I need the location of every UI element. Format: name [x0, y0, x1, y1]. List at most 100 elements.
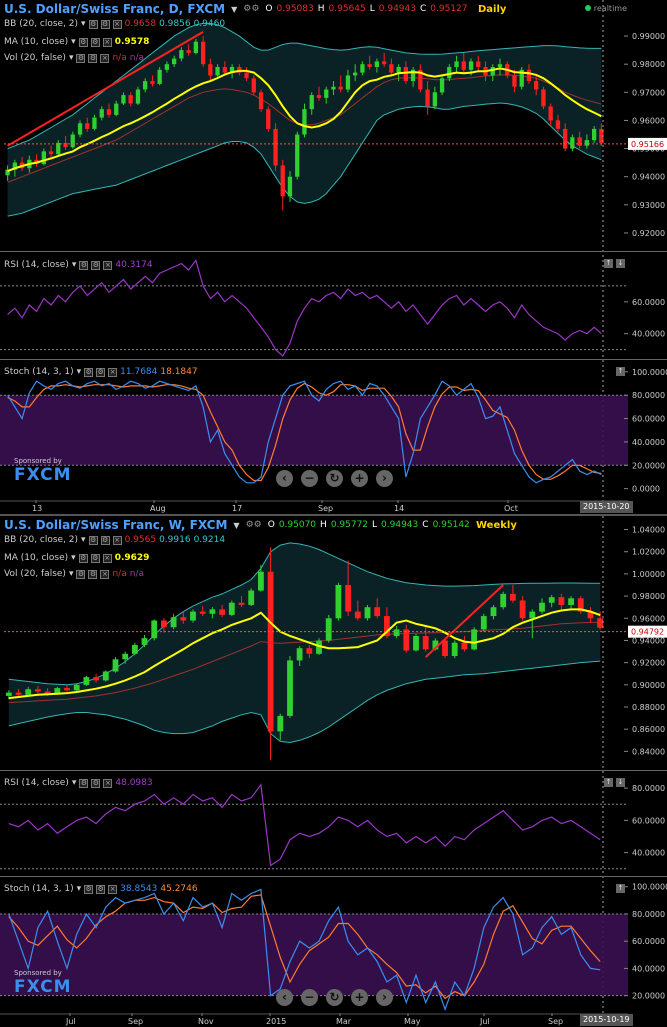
rsi-label[interactable]: RSI (14, close)	[4, 260, 69, 270]
close-icon[interactable]: ×	[112, 19, 122, 29]
scroll-right-button[interactable]: ›	[376, 470, 393, 487]
sponsor-logo[interactable]: Sponsored by FXCM	[14, 969, 72, 997]
ma-indicator-header[interactable]: MA (10, close) ▾ ⚙ ⚙ × 0.9629	[4, 553, 149, 563]
stoch-label[interactable]: Stoch (14, 3, 1)	[4, 367, 74, 377]
chevron-down-icon[interactable]: ▾	[69, 569, 74, 579]
stoch-indicator-header[interactable]: Stoch (14, 3, 1) ▾ ⚙ ⚙ × 38.8543 45.2746	[4, 884, 198, 894]
candle-body	[568, 598, 574, 605]
ma-indicator-header[interactable]: MA (10, close) ▾ ⚙ ⚙ × 0.9578	[4, 37, 149, 47]
gear-icon[interactable]: ⚙	[90, 37, 100, 47]
chart-title[interactable]: U.S. Dollar/Swiss Franc, D, FXCM ▼ ⚙⚙ O0…	[4, 2, 467, 16]
zoom-in-button[interactable]: +	[351, 470, 368, 487]
candle-body	[519, 600, 526, 619]
gear-icon[interactable]: ⚙	[100, 535, 110, 545]
gear-icon[interactable]: ⚙	[100, 19, 110, 29]
bb-indicator-header[interactable]: BB (20, close, 2) ▾ ⚙ ⚙ × 0.9658 0.9856 0.9…	[4, 19, 225, 29]
panel-divider[interactable]	[0, 359, 667, 360]
pane-maximize-icon[interactable]: ↑	[604, 778, 613, 787]
zoom-out-button[interactable]: −	[301, 989, 318, 1006]
panel-divider[interactable]	[0, 876, 667, 877]
close-icon[interactable]: ×	[108, 367, 118, 377]
chevron-down-icon[interactable]: ▾	[81, 19, 86, 29]
candle-body	[5, 692, 12, 696]
stoch-label[interactable]: Stoch (14, 3, 1)	[4, 884, 74, 894]
fxcm-logo[interactable]: FXCM	[14, 465, 72, 485]
fxcm-logo[interactable]: FXCM	[14, 977, 72, 997]
settings-icon[interactable]: ⚙⚙	[243, 4, 259, 14]
symbol-title[interactable]: U.S. Dollar/Swiss Franc, W, FXCM	[4, 518, 227, 532]
settings-icon[interactable]: ⚙⚙	[246, 520, 262, 530]
candle-body	[490, 67, 495, 76]
candle-body	[215, 67, 220, 76]
settings-icon[interactable]: ⚙	[76, 53, 86, 63]
stoch-indicator-header[interactable]: Stoch (14, 3, 1) ▾ ⚙ ⚙ × 11.7684 18.1847	[4, 367, 198, 377]
chevron-down-icon[interactable]: ▾	[72, 260, 77, 270]
settings-icon[interactable]: ⚙	[78, 37, 88, 47]
vol-indicator-header[interactable]: Vol (20, false) ▾ ⚙ ⚙ × n/a n/a	[4, 569, 144, 579]
rsi-indicator-header[interactable]: RSI (14, close) ▾ ⚙ ⚙ × 48.0983	[4, 778, 153, 788]
gear-icon[interactable]: ⚙	[88, 53, 98, 63]
pane-maximize-icon[interactable]: ↑	[616, 367, 625, 376]
vol-label[interactable]: Vol (20, false)	[4, 569, 66, 579]
chevron-down-icon[interactable]: ▾	[72, 778, 77, 788]
pane-maximize-icon[interactable]: ↑	[616, 884, 625, 893]
chevron-down-icon[interactable]: ▼	[231, 5, 237, 14]
chevron-down-icon[interactable]: ▾	[69, 53, 74, 63]
bb-indicator-header[interactable]: BB (20, close, 2) ▾ ⚙ ⚙ × 0.9565 0.9916 0.9…	[4, 535, 225, 545]
gear-icon[interactable]: ⚙	[90, 553, 100, 563]
gear-icon[interactable]: ⚙	[96, 367, 106, 377]
scroll-left-button[interactable]: ‹	[276, 470, 293, 487]
settings-icon[interactable]: ⚙	[78, 553, 88, 563]
settings-icon[interactable]: ⚙	[84, 884, 94, 894]
rsi-indicator-header[interactable]: RSI (14, close) ▾ ⚙ ⚙ × 40.3174	[4, 260, 153, 270]
close-icon[interactable]: ×	[103, 260, 113, 270]
bb-label[interactable]: BB (20, close, 2)	[4, 535, 78, 545]
scroll-right-button[interactable]: ›	[376, 989, 393, 1006]
ma-label[interactable]: MA (10, close)	[4, 553, 68, 563]
close-icon[interactable]: ×	[100, 53, 110, 63]
settings-icon[interactable]: ⚙	[88, 19, 98, 29]
chevron-down-icon[interactable]: ▾	[77, 367, 82, 377]
vol-indicator-header[interactable]: Vol (20, false) ▾ ⚙ ⚙ × n/a n/a	[4, 53, 144, 63]
panel-divider[interactable]	[0, 770, 667, 771]
chevron-down-icon[interactable]: ▾	[77, 884, 82, 894]
ma-label[interactable]: MA (10, close)	[4, 37, 68, 47]
chevron-down-icon[interactable]: ▼	[233, 521, 239, 530]
scroll-left-button[interactable]: ‹	[276, 989, 293, 1006]
chevron-down-icon[interactable]: ▾	[71, 553, 76, 563]
settings-icon[interactable]: ⚙	[76, 569, 86, 579]
zoom-in-button[interactable]: +	[351, 989, 368, 1006]
vol-label[interactable]: Vol (20, false)	[4, 53, 66, 63]
zoom-out-button[interactable]: −	[301, 470, 318, 487]
close-icon[interactable]: ×	[102, 553, 112, 563]
x-axis-label: Jul	[479, 1017, 490, 1026]
gear-icon[interactable]: ⚙	[96, 884, 106, 894]
close-icon[interactable]: ×	[102, 37, 112, 47]
rsi-label[interactable]: RSI (14, close)	[4, 778, 69, 788]
sponsor-logo[interactable]: Sponsored by FXCM	[14, 457, 72, 485]
close-icon[interactable]: ×	[100, 569, 110, 579]
panel-divider[interactable]	[0, 251, 667, 252]
gear-icon[interactable]: ⚙	[91, 260, 101, 270]
settings-icon[interactable]: ⚙	[84, 367, 94, 377]
symbol-title[interactable]: U.S. Dollar/Swiss Franc, D, FXCM	[4, 2, 225, 16]
reset-zoom-button[interactable]: ↻	[326, 470, 343, 487]
gear-icon[interactable]: ⚙	[91, 778, 101, 788]
settings-icon[interactable]: ⚙	[79, 778, 89, 788]
chart-title[interactable]: U.S. Dollar/Swiss Franc, W, FXCM ▼ ⚙⚙ O0…	[4, 518, 470, 532]
chevron-down-icon[interactable]: ▾	[81, 535, 86, 545]
stoch-tick-label: 0.0000	[632, 485, 660, 494]
close-icon[interactable]: ×	[108, 884, 118, 894]
bb-label[interactable]: BB (20, close, 2)	[4, 19, 78, 29]
pane-minimize-icon[interactable]: ↓	[616, 778, 625, 787]
reset-zoom-button[interactable]: ↻	[326, 989, 343, 1006]
pane-maximize-icon[interactable]: ↑	[604, 259, 613, 268]
settings-icon[interactable]: ⚙	[79, 260, 89, 270]
settings-icon[interactable]: ⚙	[88, 535, 98, 545]
chevron-down-icon[interactable]: ▾	[71, 37, 76, 47]
close-icon[interactable]: ×	[103, 778, 113, 788]
rsi-line	[7, 259, 602, 357]
pane-minimize-icon[interactable]: ↓	[616, 259, 625, 268]
close-icon[interactable]: ×	[112, 535, 122, 545]
gear-icon[interactable]: ⚙	[88, 569, 98, 579]
